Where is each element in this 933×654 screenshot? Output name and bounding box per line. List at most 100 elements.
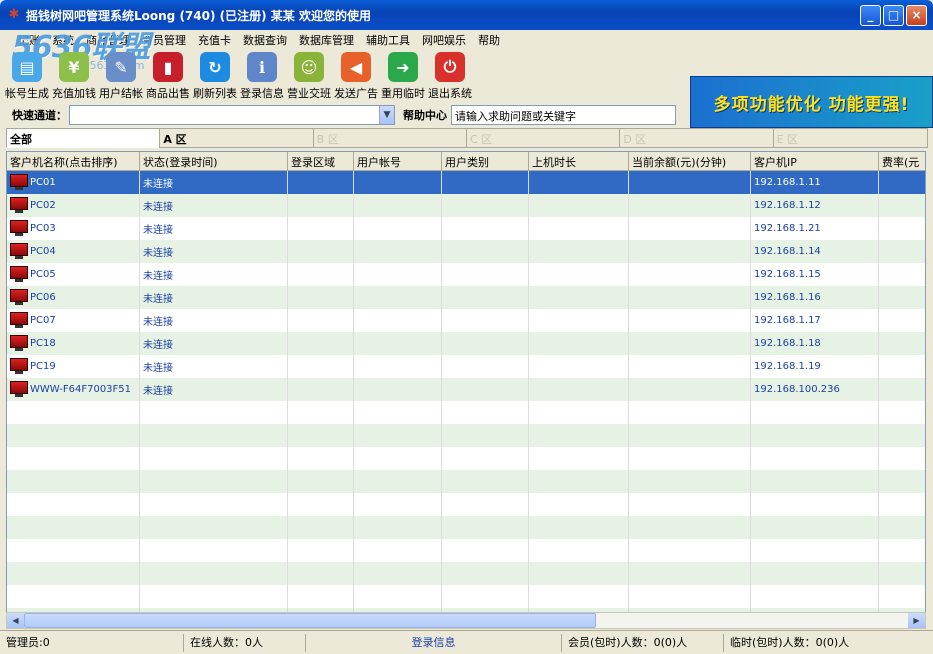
table-row[interactable] <box>7 470 925 493</box>
table-cell <box>7 539 140 562</box>
toolbar-button[interactable]: ▮ 商品出售 <box>145 52 191 102</box>
table-cell: PC06 <box>7 286 140 309</box>
toolbar-button[interactable]: ✎ 用户结帐 <box>98 52 144 102</box>
table-row[interactable]: PC01 未连接 192.168.1.11 <box>7 171 925 194</box>
table-row[interactable] <box>7 585 925 608</box>
table-cell <box>751 424 879 447</box>
table-cell <box>529 217 629 240</box>
table-cell <box>879 240 925 263</box>
table-cell <box>140 562 288 585</box>
table-cell <box>529 171 629 194</box>
table-cell: 192.168.1.17 <box>751 309 879 332</box>
maximize-button[interactable]: □ <box>883 5 904 26</box>
table-cell: 192.168.1.11 <box>751 171 879 194</box>
table-cell <box>751 585 879 608</box>
menu-item[interactable]: 网吧娱乐 <box>416 32 472 48</box>
column-header[interactable]: 费率(元 <box>879 152 925 170</box>
table-row[interactable] <box>7 493 925 516</box>
table-row[interactable]: PC02 未连接 192.168.1.12 <box>7 194 925 217</box>
menu-item[interactable]: 数据库管理 <box>293 32 360 48</box>
table-cell <box>442 539 529 562</box>
close-button[interactable]: × <box>906 5 927 26</box>
column-header[interactable]: 用户类别 <box>442 152 529 170</box>
table-row[interactable] <box>7 539 925 562</box>
horizontal-scrollbar[interactable]: ◀ ▶ <box>6 612 926 629</box>
menu-item[interactable]: 充值卡 <box>192 32 237 48</box>
table-row[interactable]: PC06 未连接 192.168.1.16 <box>7 286 925 309</box>
menu-item[interactable]: 辅助工具 <box>360 32 416 48</box>
client-ip: 192.168.1.15 <box>754 269 821 280</box>
table-row[interactable] <box>7 424 925 447</box>
minimize-button[interactable]: _ <box>860 5 881 26</box>
table-row[interactable]: PC04 未连接 192.168.1.14 <box>7 240 925 263</box>
table-row[interactable] <box>7 447 925 470</box>
table-row[interactable] <box>7 516 925 539</box>
toolbar-button[interactable]: ◀ 发送广告 <box>333 52 379 102</box>
table-cell <box>442 286 529 309</box>
help-search-input[interactable]: 请输入求助问题或关键字 <box>451 105 676 125</box>
table-cell <box>442 493 529 516</box>
table-row[interactable]: PC03 未连接 192.168.1.21 <box>7 217 925 240</box>
status-online: 在线人数：0人 <box>184 633 306 652</box>
promo-banner[interactable]: 多项功能优化 功能更强! <box>690 76 933 128</box>
toolbar-button[interactable]: ↻ 刷新列表 <box>192 52 238 102</box>
toolbar-button[interactable]: ℹ 登录信息 <box>239 52 285 102</box>
toolbar-button-label: 营业交班 <box>287 87 331 100</box>
column-header[interactable]: 当前余额(元)(分钟) <box>629 152 751 170</box>
table-cell <box>7 424 140 447</box>
recycle-icon: ➜ <box>388 52 418 82</box>
quick-access-select[interactable]: ▼ <box>69 105 395 125</box>
table-row[interactable]: PC19 未连接 192.168.1.19 <box>7 355 925 378</box>
column-header[interactable]: 客户机IP <box>751 152 879 170</box>
toolbar-button[interactable]: ⏻ 退出系统 <box>427 52 473 102</box>
menu-item[interactable]: 数据查询 <box>237 32 293 48</box>
table-cell <box>879 493 925 516</box>
client-name: PC18 <box>30 338 56 349</box>
table-cell <box>529 309 629 332</box>
toolbar-button[interactable]: ➜ 重用临时 <box>380 52 426 102</box>
table-cell <box>288 240 354 263</box>
client-ip: 192.168.1.18 <box>754 338 821 349</box>
table-cell <box>288 424 354 447</box>
table-row[interactable] <box>7 562 925 585</box>
computer-icon <box>10 335 28 352</box>
column-header[interactable]: 用户帐号 <box>354 152 442 170</box>
area-tab[interactable]: 全部 <box>6 128 162 148</box>
table-cell <box>354 562 442 585</box>
table-cell <box>354 378 442 401</box>
column-header[interactable]: 上机时长 <box>529 152 629 170</box>
column-header[interactable]: 客户机名称(点击排序) <box>7 152 140 170</box>
toolbar-button[interactable]: ¥ 充值加钱 <box>51 52 97 102</box>
table-cell <box>288 470 354 493</box>
scroll-right-icon[interactable]: ▶ <box>908 613 925 628</box>
table-cell <box>354 332 442 355</box>
toolbar-button[interactable]: ▤ 帐号生成 <box>4 52 50 102</box>
table-row[interactable]: PC05 未连接 192.168.1.15 <box>7 263 925 286</box>
scroll-left-icon[interactable]: ◀ <box>7 613 24 628</box>
table-cell <box>7 516 140 539</box>
table-cell <box>529 263 629 286</box>
table-cell <box>629 263 751 286</box>
table-cell <box>442 562 529 585</box>
client-status: 未连接 <box>143 225 173 236</box>
table-row[interactable]: WWW-F64F7003F51 未连接 192.168.100.236 <box>7 378 925 401</box>
table-row[interactable]: PC07 未连接 192.168.1.17 <box>7 309 925 332</box>
table-cell <box>529 194 629 217</box>
table-row[interactable]: PC18 未连接 192.168.1.18 <box>7 332 925 355</box>
table-cell <box>879 378 925 401</box>
table-cell <box>7 470 140 493</box>
menu-item[interactable]: 帮助 <box>472 32 506 48</box>
table-cell <box>288 562 354 585</box>
status-login-info[interactable]: 登录信息 <box>306 633 562 652</box>
table-cell <box>529 286 629 309</box>
column-header[interactable]: 状态(登录时间) <box>140 152 288 170</box>
table-cell <box>288 539 354 562</box>
table-row[interactable] <box>7 401 925 424</box>
dropdown-arrow-icon[interactable]: ▼ <box>379 106 394 124</box>
column-header[interactable]: 登录区域 <box>288 152 354 170</box>
table-cell <box>529 585 629 608</box>
area-tab[interactable]: A 区 <box>159 128 315 148</box>
toolbar-button[interactable]: ☺ 营业交班 <box>286 52 332 102</box>
table-cell <box>629 171 751 194</box>
scroll-thumb[interactable] <box>24 613 596 628</box>
